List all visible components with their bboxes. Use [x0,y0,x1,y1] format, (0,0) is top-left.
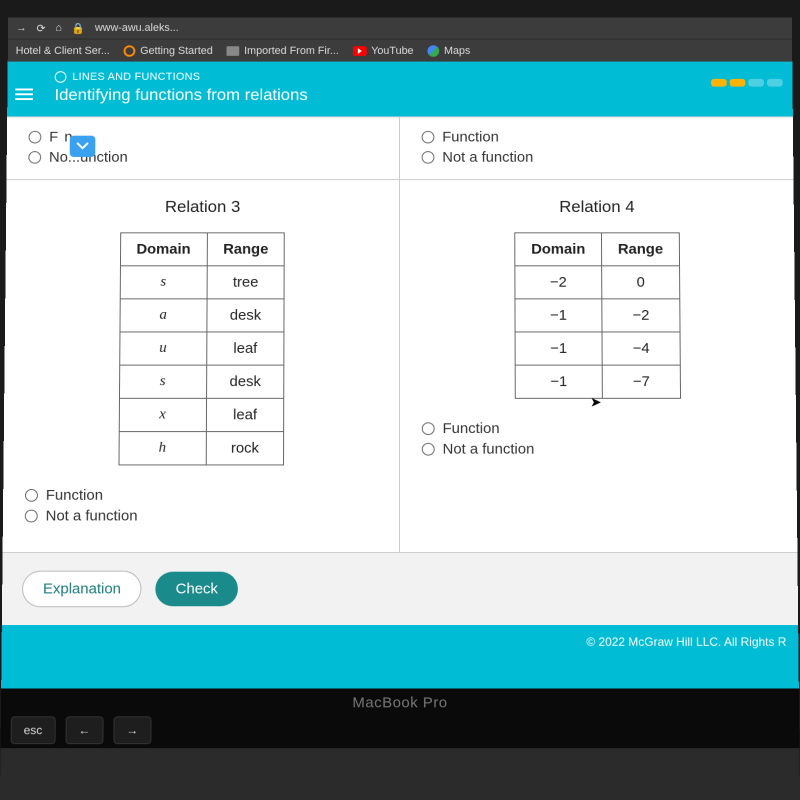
table-row: −1−4 [515,332,680,365]
copyright: © 2022 McGraw Hill LLC. All Rights R [1,625,799,688]
relation-4-cell: Relation 4 Domain Range −20 −1−2 −1−4 −1… [400,180,797,553]
relation-3-cell: Relation 3 Domain Range stree adesk ulea… [3,180,400,553]
explanation-button[interactable]: Explanation [22,571,142,608]
page-title: Identifying functions from relations [54,86,779,105]
bookmark-item[interactable]: Hotel & Client Ser... [16,45,110,57]
option-label: Function [46,487,103,504]
home-icon[interactable]: ⌂ [55,22,62,34]
table-row: adesk [120,299,285,332]
youtube-icon [353,46,367,56]
laptop-base: MacBook Pro esc ← → [1,688,800,748]
table-row: hrock [119,432,284,465]
option-label: Function [442,129,499,145]
option-row[interactable]: Function [422,420,775,437]
option-row[interactable]: Function [422,129,772,145]
table-row: stree [120,266,285,299]
option-row[interactable]: No...unction [28,149,377,165]
table-row: uleaf [119,332,284,365]
option-label: Not a function [443,441,535,458]
radio-icon[interactable] [25,489,38,502]
bookmarks-bar: Hotel & Client Ser... Getting Started Im… [8,39,793,62]
maps-icon [427,45,439,57]
reload-icon[interactable]: ⟳ [36,22,45,34]
bookmark-label: Hotel & Client Ser... [16,45,110,57]
action-footer: Explanation Check [2,553,798,625]
col-header: Domain [515,233,602,266]
getting-started-icon [123,45,135,57]
radio-icon[interactable] [28,151,41,164]
app-header: LINES AND FUNCTIONS Identifying function… [7,62,793,117]
lock-icon: 🔒 [72,22,86,34]
relation-title: Relation 3 [28,198,378,217]
section-kicker: LINES AND FUNCTIONS [55,71,779,83]
url-fragment[interactable]: www-awu.aleks... [95,22,179,34]
option-row[interactable]: Not a function [25,508,377,525]
radio-icon[interactable] [422,151,435,164]
relation-title: Relation 4 [422,198,773,217]
bookmark-item[interactable]: Getting Started [123,45,212,57]
key-left-arrow-icon: ← [65,716,103,744]
bookmark-label: Getting Started [140,45,213,57]
browser-toolbar: → ⟳ ⌂ 🔒 www-awu.aleks... [8,17,792,38]
radio-icon[interactable] [422,422,435,435]
bookmark-label: Imported From Fir... [244,45,339,57]
col-header: Range [602,233,680,266]
relation-cell-top-right: Function Not a function [400,117,794,180]
bookmark-item[interactable]: Imported From Fir... [226,45,338,57]
option-row[interactable]: Not a function [422,149,772,165]
option-row[interactable]: Function [25,487,377,504]
chevron-down-icon[interactable] [70,136,96,157]
table-row: −1−2 [515,299,680,332]
laptop-brand: MacBook Pro [352,694,447,711]
cursor-icon: ➤ [590,394,602,411]
relation-cell-top-left: F n No...unction [6,117,400,180]
progress-indicator [711,79,783,87]
bookmark-item[interactable]: YouTube [353,45,414,57]
radio-icon[interactable] [422,443,435,456]
bookmark-label: YouTube [371,45,413,57]
hamburger-icon[interactable] [15,89,33,101]
col-header: Domain [120,233,207,266]
col-header: Range [207,233,285,266]
bookmark-label: Maps [444,45,470,57]
option-label: Not a function [442,149,533,165]
key-right-arrow-icon: → [113,716,151,744]
option-label: Function [443,420,500,437]
radio-icon[interactable] [25,510,38,523]
table-row: sdesk [119,365,284,398]
relation-4-table: Domain Range −20 −1−2 −1−4 −1−7 [514,232,681,398]
table-row: −20 [515,266,680,299]
check-button[interactable]: Check [156,572,238,607]
radio-icon[interactable] [29,131,42,144]
bookmark-item[interactable]: Maps [427,45,470,57]
key-esc: esc [11,716,56,744]
option-label: Not a function [46,508,138,525]
relation-3-table: Domain Range stree adesk uleaf sdesk xle… [118,232,285,465]
forward-icon[interactable]: → [16,22,27,34]
table-row: xleaf [119,398,284,431]
radio-icon[interactable] [422,131,435,144]
option-row[interactable]: Not a function [422,441,775,458]
folder-icon [226,46,239,56]
